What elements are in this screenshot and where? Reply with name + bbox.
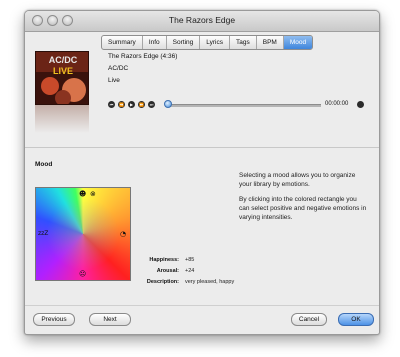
progress-track[interactable] (168, 104, 321, 107)
album-artwork: AC/DC LIVE (35, 51, 89, 105)
progress-knob[interactable] (164, 100, 172, 108)
previous-button[interactable]: Previous (33, 313, 75, 326)
mood-info-paragraph-2: By clicking into the colored rectangle y… (239, 196, 367, 221)
title-bar: The Razors Edge (25, 11, 379, 32)
next-button[interactable]: Next (89, 313, 131, 326)
window-title: The Razors Edge (168, 15, 236, 25)
fast-forward-icon[interactable]: ⏩ (138, 101, 145, 108)
tab-mood[interactable]: Mood (283, 36, 313, 49)
tab-info[interactable]: Info (143, 36, 167, 49)
tab-lyrics[interactable]: Lyrics (200, 36, 230, 49)
close-circle-icon: ⊗ (90, 190, 96, 198)
cancel-button[interactable]: Cancel (291, 313, 327, 326)
mood-section-label: Mood (35, 161, 53, 168)
tab-bar: Summary Info Sorting Lyrics Tags BPM Moo… (101, 35, 314, 50)
mood-info-text: Selecting a mood allows you to organize … (239, 171, 369, 228)
album-artwork-graphic: AC/DC LIVE (36, 52, 88, 104)
tab-summary[interactable]: Summary (102, 36, 143, 49)
ok-button[interactable]: OK (338, 313, 374, 326)
mood-info-paragraph-1: Selecting a mood allows you to organize … (239, 172, 356, 188)
arousal-value: +24 (185, 268, 195, 274)
happiness-value: +85 (185, 257, 195, 263)
artwork-live-text: LIVE (53, 66, 73, 76)
tab-tags[interactable]: Tags (230, 36, 257, 49)
album-artwork-reflection (35, 105, 89, 133)
play-icon[interactable]: ▶ (128, 101, 135, 108)
time-display: 00:00:00 (325, 101, 349, 107)
get-info-window: The Razors Edge Summary Info Sorting Lyr… (24, 10, 380, 335)
happy-face-icon: ☻ (79, 190, 87, 198)
song-artist: AC/DC (108, 65, 129, 72)
sleepy-icon: zzZ (38, 230, 49, 237)
happiness-label: Happiness: (149, 257, 179, 263)
rewind-icon[interactable]: ⏪ (118, 101, 125, 108)
previous-track-icon[interactable]: ⏮ (108, 101, 115, 108)
artwork-band-text: AC/DC (49, 55, 78, 65)
volume-icon[interactable] (357, 101, 364, 108)
excited-icon: ◔ (120, 230, 127, 238)
song-album: Live (108, 77, 120, 84)
arousal-label: Arousal: (156, 268, 179, 274)
next-track-icon[interactable]: ⏭ (148, 101, 155, 108)
description-value: very pleased, happy (185, 279, 235, 285)
sad-face-icon: ☹ (79, 270, 87, 278)
mood-color-picker[interactable]: ☻ ⊗ zzZ ◔ ☹ (35, 187, 131, 281)
footer-divider (25, 305, 379, 306)
section-divider (25, 147, 379, 148)
tab-sorting[interactable]: Sorting (167, 36, 201, 49)
description-label: Description: (146, 279, 179, 285)
song-title: The Razors Edge (4:36) (108, 53, 178, 60)
tab-bpm[interactable]: BPM (257, 36, 284, 49)
